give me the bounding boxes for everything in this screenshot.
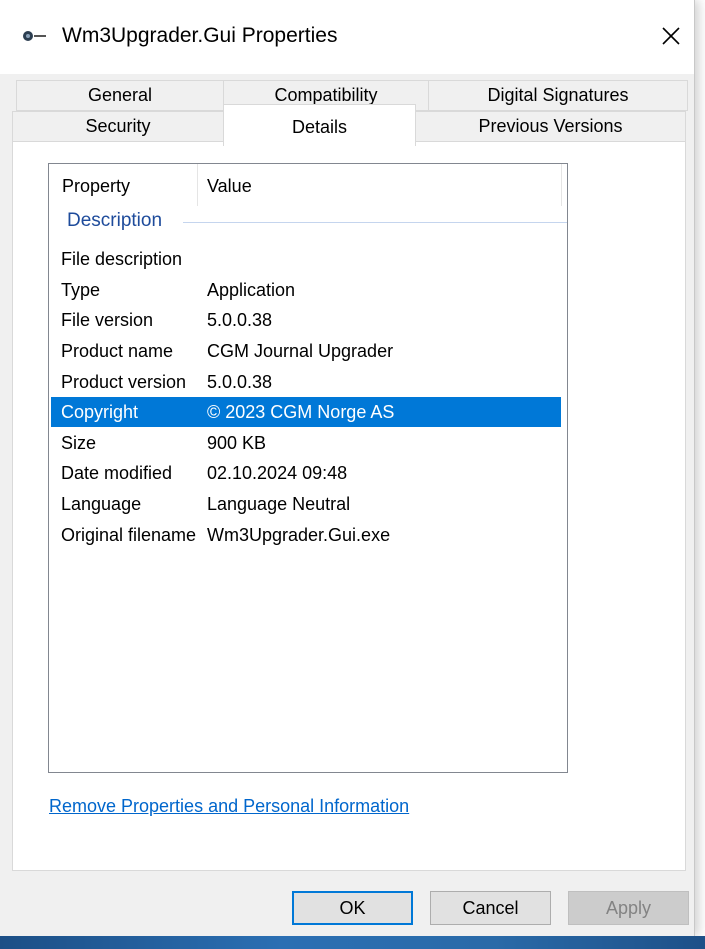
property-value: Language Neutral — [207, 494, 351, 514]
property-value: 5.0.0.38 — [207, 372, 273, 392]
title-bar[interactable]: Wm3Upgrader.Gui Properties — [0, 0, 694, 74]
table-row[interactable]: Size 900 KB — [49, 428, 561, 458]
file-properties-icon — [23, 31, 46, 41]
cancel-button[interactable]: Cancel — [430, 891, 551, 925]
close-icon — [662, 27, 680, 45]
desktop-taskbar-edge — [0, 936, 705, 949]
close-button[interactable] — [648, 14, 694, 58]
apply-button[interactable]: Apply — [568, 891, 689, 925]
group-divider — [183, 222, 567, 223]
tab-details[interactable]: Details — [223, 104, 416, 146]
table-row[interactable]: Date modified 02.10.2024 09:48 — [49, 458, 561, 488]
property-value: Wm3Upgrader.Gui.exe — [207, 525, 391, 545]
tab-digital-signatures[interactable]: Digital Signatures — [428, 80, 688, 111]
property-name: Language — [61, 494, 142, 514]
property-name: File description — [61, 249, 183, 269]
property-value: © 2023 CGM Norge AS — [207, 402, 395, 422]
details-list[interactable]: Property Value Description File descript… — [48, 163, 568, 773]
column-divider[interactable] — [561, 164, 562, 206]
table-row[interactable]: File description — [49, 244, 561, 274]
column-header-value[interactable]: Value — [207, 164, 252, 206]
property-name: File version — [61, 310, 154, 330]
tab-general[interactable]: General — [16, 80, 224, 111]
remove-properties-link[interactable]: Remove Properties and Personal Informati… — [49, 796, 409, 817]
property-name: Copyright — [61, 402, 139, 422]
property-name: Date modified — [61, 463, 173, 483]
table-row[interactable]: File version 5.0.0.38 — [49, 305, 561, 335]
property-value: 02.10.2024 09:48 — [207, 463, 348, 483]
property-name: Original filename — [61, 525, 197, 545]
list-header: Property Value — [49, 164, 567, 206]
column-divider[interactable] — [197, 164, 198, 206]
property-name: Size — [61, 433, 97, 453]
group-header-description[interactable]: Description — [67, 210, 162, 232]
property-name: Type — [61, 280, 101, 300]
property-value: Application — [207, 280, 296, 300]
window-title: Wm3Upgrader.Gui Properties — [62, 24, 338, 47]
tab-security[interactable]: Security — [12, 111, 224, 142]
properties-window: Wm3Upgrader.Gui Properties General Compa… — [0, 0, 695, 936]
table-row[interactable]: Product version 5.0.0.38 — [49, 367, 561, 397]
property-value: 5.0.0.38 — [207, 310, 273, 330]
table-row-selected[interactable]: Copyright © 2023 CGM Norge AS — [51, 397, 561, 427]
property-value: 900 KB — [207, 433, 267, 453]
column-header-property[interactable]: Property — [62, 164, 130, 206]
property-name: Product name — [61, 341, 174, 361]
tab-previous-versions[interactable]: Previous Versions — [415, 111, 686, 142]
table-row[interactable]: Product name CGM Journal Upgrader — [49, 336, 561, 366]
table-row[interactable]: Type Application — [49, 275, 561, 305]
property-name: Product version — [61, 372, 187, 392]
table-row[interactable]: Language Language Neutral — [49, 489, 561, 519]
table-row[interactable]: Original filename Wm3Upgrader.Gui.exe — [49, 520, 561, 550]
property-value: CGM Journal Upgrader — [207, 341, 394, 361]
ok-button[interactable]: OK — [292, 891, 413, 925]
